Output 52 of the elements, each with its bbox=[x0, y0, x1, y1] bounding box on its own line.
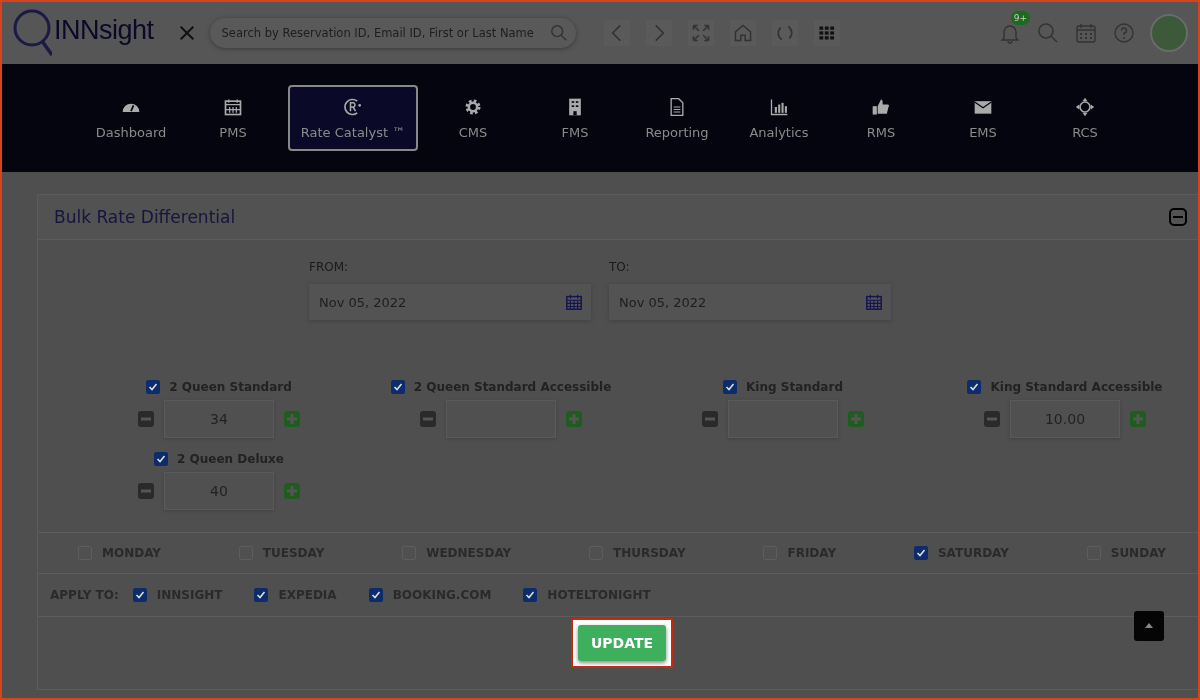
nav-tab[interactable]: Dashboard bbox=[84, 85, 178, 151]
search-icon[interactable] bbox=[1036, 21, 1060, 45]
nav-tab[interactable]: Rate Catalyst ™ bbox=[288, 85, 418, 151]
nav-tab[interactable]: CMS bbox=[426, 85, 520, 151]
nav-tab[interactable]: EMS bbox=[936, 85, 1030, 151]
plus-icon[interactable] bbox=[284, 483, 300, 499]
checkbox[interactable] bbox=[132, 588, 147, 602]
notification-badge: 9+ bbox=[1010, 11, 1030, 25]
calendar-icon[interactable] bbox=[1074, 21, 1098, 45]
checkbox[interactable] bbox=[967, 380, 982, 394]
plus-icon[interactable] bbox=[848, 411, 864, 427]
checkbox[interactable] bbox=[254, 588, 269, 602]
crosshair-icon bbox=[1075, 96, 1095, 117]
plus-icon[interactable] bbox=[566, 411, 582, 427]
checkbox[interactable] bbox=[154, 452, 169, 466]
avatar[interactable] bbox=[1150, 14, 1188, 52]
search-field[interactable]: Search by Reservation ID, Email ID, First or Last Name bbox=[209, 18, 576, 48]
back-icon[interactable] bbox=[603, 20, 630, 46]
fullscreen-icon[interactable] bbox=[687, 20, 714, 46]
minus-icon[interactable] bbox=[984, 411, 1000, 427]
checkbox[interactable] bbox=[913, 546, 928, 560]
close-icon[interactable] bbox=[177, 24, 196, 42]
home-icon[interactable] bbox=[729, 20, 756, 46]
forward-icon[interactable] bbox=[645, 20, 672, 46]
scroll-to-top-icon[interactable] bbox=[1134, 611, 1164, 641]
plus-icon[interactable] bbox=[284, 411, 300, 427]
calendar-icon[interactable] bbox=[865, 293, 883, 311]
nav-tab[interactable]: RMS bbox=[834, 85, 928, 151]
checkbox[interactable] bbox=[523, 588, 538, 602]
panel-title: Bulk Rate Differential bbox=[54, 207, 236, 227]
checkbox[interactable] bbox=[146, 380, 161, 394]
nav-tab[interactable]: Analytics bbox=[732, 85, 826, 151]
minus-icon[interactable] bbox=[420, 411, 436, 427]
apps-grid-icon[interactable] bbox=[813, 20, 840, 46]
minus-icon[interactable] bbox=[702, 411, 718, 427]
nav-tab[interactable]: RCS bbox=[1038, 85, 1132, 151]
checkbox[interactable] bbox=[368, 588, 383, 602]
checkbox[interactable] bbox=[390, 380, 405, 394]
nav-tab[interactable]: FMS bbox=[528, 85, 622, 151]
collapse-icon[interactable] bbox=[1168, 207, 1188, 227]
rate-logo-icon bbox=[343, 96, 363, 117]
magnifier-icon bbox=[12, 8, 52, 58]
nav-tab[interactable]: Reporting bbox=[630, 85, 724, 151]
minus-icon[interactable] bbox=[138, 411, 154, 427]
nav-tab[interactable]: PMS bbox=[186, 85, 280, 151]
help-icon[interactable] bbox=[1112, 21, 1136, 45]
plus-icon[interactable] bbox=[1130, 411, 1146, 427]
checkbox[interactable] bbox=[723, 380, 738, 394]
calendar-icon[interactable] bbox=[565, 293, 583, 311]
search-icon[interactable] bbox=[549, 24, 568, 42]
minus-icon[interactable] bbox=[138, 483, 154, 499]
refresh-icon[interactable] bbox=[771, 20, 798, 46]
